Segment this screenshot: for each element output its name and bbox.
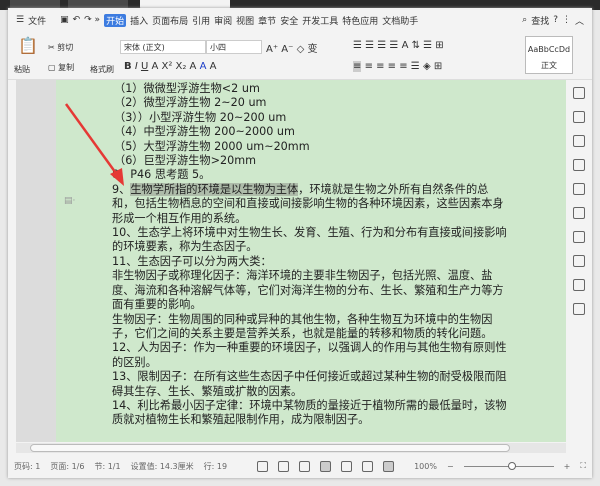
style-preview: AaBbCcDd <box>527 45 571 54</box>
redo-icon[interactable]: ↷ » <box>84 15 100 25</box>
menu-dev[interactable]: 开发工具 <box>302 14 338 27</box>
menu-insert[interactable]: 插入 <box>130 14 148 27</box>
text-line: （2）微型浮游生物 2~20 um <box>114 96 267 110</box>
menu-icon[interactable]: ☰ <box>16 15 24 25</box>
read-mode-icon[interactable] <box>278 460 290 472</box>
scroll-thumb[interactable] <box>30 444 510 452</box>
more-icon[interactable]: ⋮ <box>562 15 571 25</box>
cloud-icon[interactable] <box>573 231 585 243</box>
collapse-icon[interactable]: ︿ <box>575 14 584 27</box>
paragraph: 11、生态因子可以分为两大类： <box>112 254 272 268</box>
web-view-icon[interactable] <box>362 460 374 472</box>
fit-icon[interactable]: ⛶ <box>580 461 586 471</box>
app-window: ☰ 文件 ▣ ↶ ↷ » 开始 插入 页面布局 引用 审阅 视图 章节 安全 开… <box>8 8 592 478</box>
cut-label: 剪切 <box>57 43 74 52</box>
status-page[interactable]: 页码: 1 <box>14 461 40 472</box>
copy-button[interactable]: ▢ 复制 <box>48 62 74 73</box>
help-icon[interactable] <box>573 303 585 315</box>
text-line: （6）巨型浮游生物>20mm <box>114 154 257 168</box>
eye-protection-icon[interactable] <box>383 460 395 472</box>
status-pages[interactable]: 页面: 1/6 <box>50 461 84 472</box>
text-line: （3））小型浮游生物 20~200 um <box>114 110 287 124</box>
settings-icon[interactable] <box>573 159 585 171</box>
style-normal[interactable]: AaBbCcDd 正文 <box>525 36 573 74</box>
cut-button[interactable]: ✂ 剪切 <box>48 42 73 53</box>
select-icon[interactable] <box>573 135 585 147</box>
zoom-slider[interactable] <box>463 461 554 470</box>
paragraph-9: 9、生物学所指的环境是以生物为主体，环境就是生物之外所有自然条件的总和，包括生物… <box>112 182 504 225</box>
format-tools[interactable]: B I U A X² X₂ A A A <box>124 61 216 72</box>
font-select[interactable]: 宋体 (正文) <box>120 40 206 54</box>
paste-button[interactable]: 粘贴 <box>14 64 30 75</box>
search-button[interactable]: 查找 <box>531 14 549 27</box>
menu-references[interactable]: 引用 <box>192 14 210 27</box>
paragraph: 非生物因子或称理化因子：海洋环境的主要非生物因子，包括光照、温度、盐度、海流和各… <box>112 269 504 312</box>
edit-icon[interactable] <box>573 87 585 99</box>
status-setting[interactable]: 设置值: 14.3厘米 <box>131 461 194 472</box>
menu-view[interactable]: 视图 <box>236 14 254 27</box>
document-text[interactable]: （1）微微型浮游生物<2 um （2）微型浮游生物 2~20 um （3））小型… <box>112 80 508 428</box>
page-view-icon[interactable] <box>320 460 332 472</box>
image-icon[interactable] <box>573 255 585 267</box>
menu-section[interactable]: 章节 <box>258 14 276 27</box>
align-tools[interactable]: ≡ ≡ ≡ ≡ ≡ ☰ ◈ ⊞ <box>353 61 442 72</box>
text-line: （4）中型浮游生物 200~2000 um <box>114 125 295 139</box>
status-section[interactable]: 节: 1/1 <box>94 461 120 472</box>
document-page[interactable]: ▤· （1）微微型浮游生物<2 um （2）微型浮游生物 2~20 um （3）… <box>56 80 566 442</box>
copy-label: 复制 <box>58 63 75 72</box>
tool-icon[interactable] <box>573 183 585 195</box>
zoom-slider-handle[interactable] <box>507 461 516 470</box>
menu-assistant[interactable]: 文档助手 <box>382 14 418 27</box>
outline-view-icon[interactable] <box>341 460 353 472</box>
zoom-out-icon[interactable]: − <box>447 462 454 471</box>
menu-security[interactable]: 安全 <box>280 14 298 27</box>
ribbon: 📋 粘贴 ✂ 剪切 ▢ 复制 格式刷 宋体 (正文) 小四 A⁺ A⁻ ◇ 变 … <box>8 32 592 80</box>
style-name: 正文 <box>541 61 557 70</box>
format-painter-button[interactable]: 格式刷 <box>90 64 114 75</box>
help-icon[interactable]: ? <box>553 15 558 25</box>
file-menu[interactable]: 文件 <box>28 14 46 27</box>
paragraph: 14、利比希最小因子定律：环境中某物质的量接近于植物所需的最低量时，该物质就对植… <box>112 398 507 427</box>
menu-bar: ☰ 文件 ▣ ↶ ↷ » 开始 插入 页面布局 引用 审阅 视图 章节 安全 开… <box>8 10 592 30</box>
search-icon[interactable]: ⌕ <box>522 15 527 25</box>
selected-text[interactable]: 生物学所指的环境是以生物为主体 <box>130 182 299 196</box>
menu-review[interactable]: 审阅 <box>214 14 232 27</box>
menu-layout[interactable]: 页面布局 <box>152 14 188 27</box>
text-line: 8、P46 思考题 5。 <box>112 168 211 182</box>
horizontal-scrollbar[interactable] <box>16 443 566 453</box>
status-row[interactable]: 行: 19 <box>204 461 227 472</box>
paragraph: 生物因子：生物周围的同种或异种的其他生物，各种生物互为环境中的生物因子，它们之间… <box>112 312 493 340</box>
fullscreen-icon[interactable] <box>257 460 269 472</box>
paragraph-tools[interactable]: ☰ ☰ ☰ ☰ A ⇅ ☰ ⊞ <box>353 40 444 51</box>
right-toolbar <box>566 80 592 442</box>
status-bar: 页码: 1 页面: 1/6 节: 1/1 设置值: 14.3厘米 行: 19 1… <box>8 454 592 478</box>
paragraph-marker-icon[interactable]: ▤· <box>64 196 75 206</box>
text-line: （5）大型浮游生物 2000 um~20mm <box>114 139 310 153</box>
shape-icon[interactable] <box>573 111 585 123</box>
paragraph: 13、限制因子：在所有这些生态因子中任何接近或超过某种生物的耐受极限而阻碍其生存… <box>112 370 507 398</box>
menu-home[interactable]: 开始 <box>104 13 127 27</box>
paragraph: 12、人为因子：作为一种重要的环境因子，以强调人的作用与其他生物有原则性的区别。 <box>112 341 507 369</box>
paste-icon[interactable]: 📋 <box>18 36 38 55</box>
text-line: （1）微微型浮游生物<2 um <box>114 82 260 95</box>
zoom-in-icon[interactable]: + <box>564 462 571 471</box>
undo-icon[interactable]: ↶ <box>73 15 81 25</box>
paragraph: 10、生态学上将环境中对生物生长、发育、生殖、行为和分布有直接或间接影响的环境要… <box>112 226 507 254</box>
menu-special[interactable]: 特色应用 <box>342 14 378 27</box>
history-icon[interactable] <box>573 279 585 291</box>
font-tools[interactable]: A⁺ A⁻ ◇ 变 <box>266 40 317 55</box>
share-icon[interactable] <box>573 207 585 219</box>
font-size-select[interactable]: 小四 <box>206 40 262 54</box>
zoom-level[interactable]: 100% <box>414 462 437 471</box>
pen-icon[interactable] <box>299 460 311 472</box>
document-area: ▤· （1）微微型浮游生物<2 um （2）微型浮游生物 2~20 um （3）… <box>16 80 566 442</box>
save-icon[interactable]: ▣ <box>60 15 69 25</box>
